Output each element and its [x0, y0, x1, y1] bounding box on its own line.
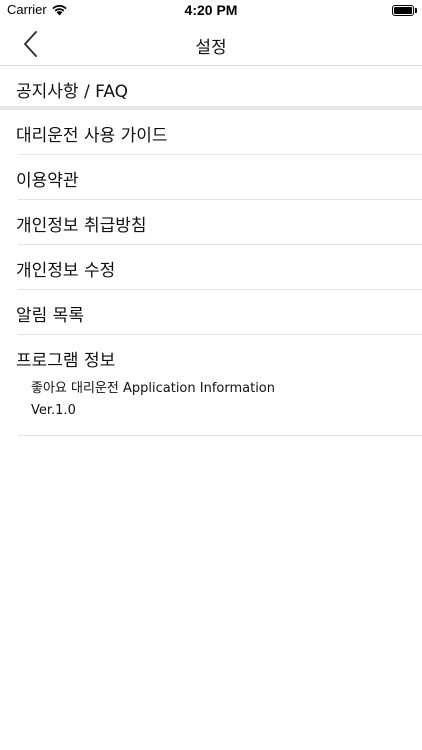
menu-item-label: 알림 목록: [16, 306, 84, 326]
menu-item-label: 프로그램 정보: [16, 351, 116, 371]
menu-item-terms[interactable]: 이용약관: [0, 155, 422, 199]
menu-item-edit-profile[interactable]: 개인정보 수정: [0, 245, 422, 289]
page-title: 설정: [195, 38, 227, 58]
battery-tip: [415, 8, 417, 13]
app-version-text: Ver.1.0: [31, 403, 76, 418]
navigation-bar: 설정: [0, 22, 422, 66]
status-bar: Carrier 4:20 PM: [0, 0, 422, 22]
app-info-text: 좋아요 대리운전 Application Information: [31, 381, 276, 396]
battery-level: [394, 7, 412, 14]
menu-item-label: 개인정보 수정: [16, 261, 116, 281]
menu-item-notifications[interactable]: 알림 목록: [0, 290, 422, 334]
menu-item-program-info: 프로그램 정보 좋아요 대리운전 Application Information…: [0, 335, 422, 435]
menu-item-usage-guide[interactable]: 대리운전 사용 가이드: [0, 110, 422, 154]
status-time: 4:20 PM: [184, 2, 238, 18]
divider: [18, 435, 422, 436]
menu-item-notice-faq[interactable]: 공지사항 / FAQ: [0, 66, 422, 106]
menu-item-label: 이용약관: [16, 171, 79, 191]
battery-icon: [392, 5, 414, 16]
menu-item-privacy-policy[interactable]: 개인정보 취급방침: [0, 200, 422, 244]
menu-item-label: 대리운전 사용 가이드: [16, 126, 168, 146]
menu-item-label: 개인정보 취급방침: [16, 216, 147, 236]
menu-item-label: 공지사항 / FAQ: [16, 82, 129, 102]
